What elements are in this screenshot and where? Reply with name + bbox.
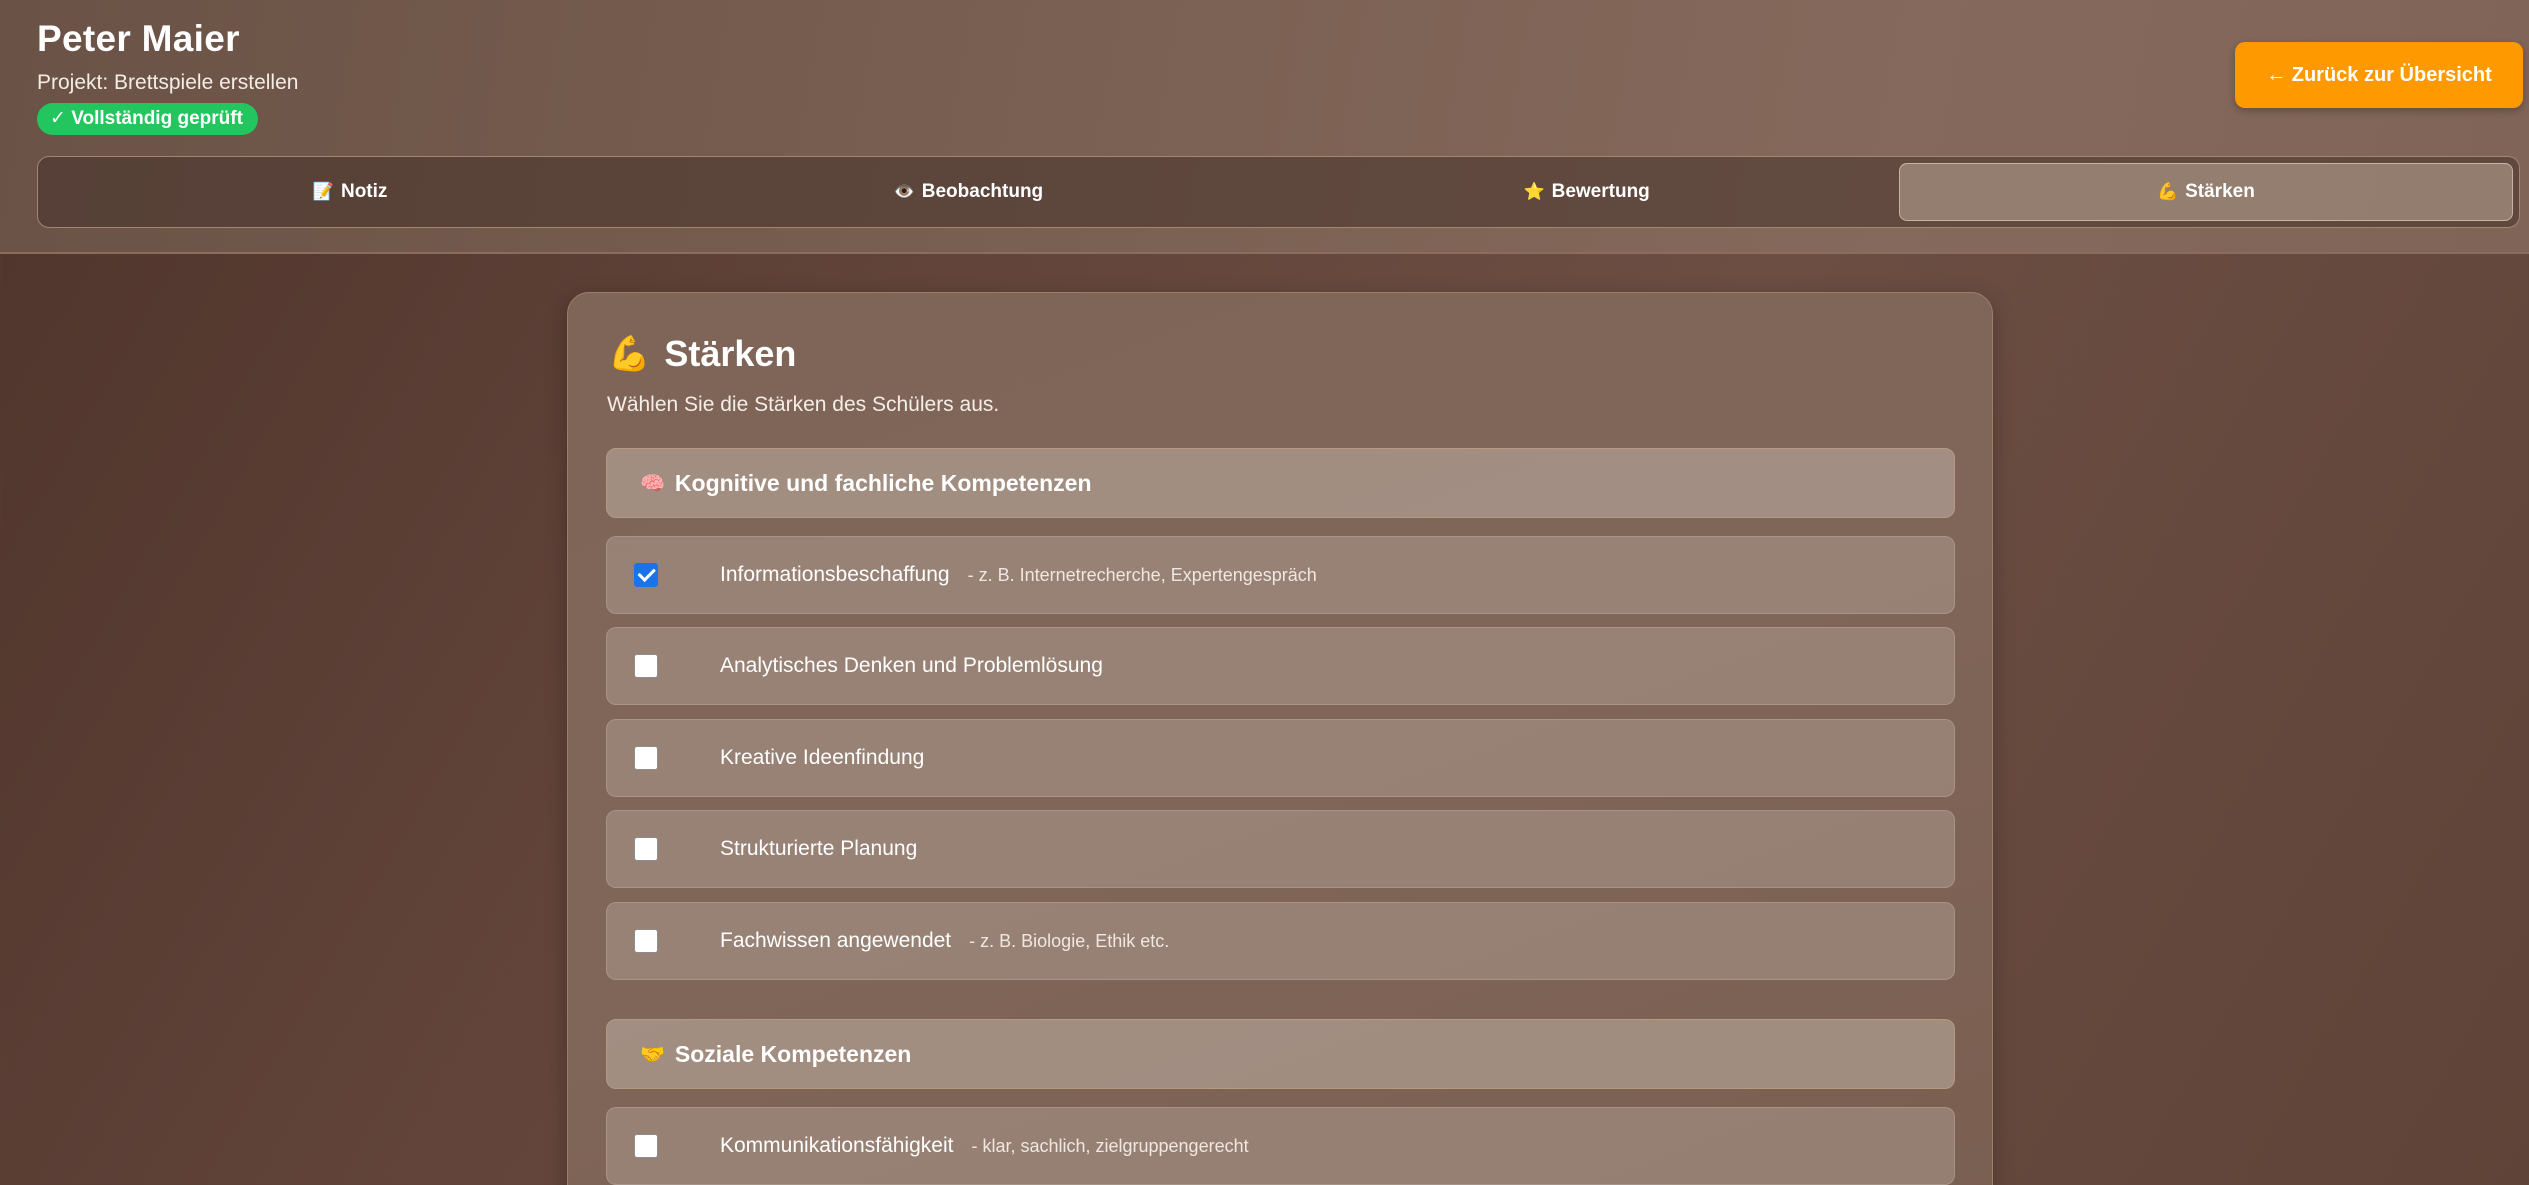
option-informationsbeschaffung[interactable]: Informationsbeschaffung - z. B. Internet… bbox=[606, 536, 1955, 614]
checkbox[interactable] bbox=[634, 1134, 658, 1158]
page-header: Peter Maier Projekt: Brettspiele erstell… bbox=[0, 0, 2529, 254]
section-header-social: 🤝 Soziale Kompetenzen bbox=[606, 1019, 1955, 1089]
card-title-text: Stärken bbox=[664, 333, 797, 374]
tab-bewertung[interactable]: ⭐ Bewertung bbox=[1281, 163, 1893, 221]
checkbox[interactable] bbox=[634, 563, 658, 587]
back-to-overview-button[interactable]: ← Zurück zur Übersicht bbox=[2235, 42, 2523, 108]
flexed-biceps-icon: 💪 bbox=[608, 335, 651, 373]
status-badge: ✓ Vollständig geprüft bbox=[37, 103, 258, 135]
option-kommunikationsfaehigkeit[interactable]: Kommunikationsfähigkeit - klar, sachlich… bbox=[606, 1107, 1955, 1185]
section-title: Kognitive und fachliche Kompetenzen bbox=[674, 469, 1092, 496]
eye-icon: 👁️ bbox=[893, 182, 915, 201]
card-title: 💪 Stärken bbox=[608, 333, 796, 375]
project-name: Projekt: Brettspiele erstellen bbox=[37, 71, 299, 94]
memo-icon: 📝 bbox=[312, 182, 334, 201]
checkbox[interactable] bbox=[634, 929, 658, 953]
tab-label: Stärken bbox=[2185, 181, 2255, 202]
card-subtitle: Wählen Sie die Stärken des Schülers aus. bbox=[607, 393, 1000, 416]
section-title: Soziale Kompetenzen bbox=[674, 1040, 912, 1067]
option-label: Kommunikationsfähigkeit bbox=[720, 1134, 954, 1157]
section-header-cognitive: 🧠 Kognitive und fachliche Kompetenzen bbox=[606, 448, 1955, 518]
brain-icon: 🧠 bbox=[640, 472, 665, 495]
option-hint: - z. B. Biologie, Ethik etc. bbox=[969, 930, 1170, 951]
tab-bar: 📝 Notiz 👁️ Beobachtung ⭐ Bewertung 💪 Stä… bbox=[37, 156, 2520, 228]
checkbox[interactable] bbox=[634, 837, 658, 861]
star-icon: ⭐ bbox=[1523, 182, 1545, 201]
option-strukturierte-planung[interactable]: Strukturierte Planung bbox=[606, 810, 1955, 888]
option-kreative-ideenfindung[interactable]: Kreative Ideenfindung bbox=[606, 719, 1955, 797]
option-label: Fachwissen angewendet bbox=[720, 929, 952, 952]
strengths-card: 💪 Stärken Wählen Sie die Stärken des Sch… bbox=[567, 292, 1993, 1185]
option-hint: - z. B. Internetrecherche, Expertengespr… bbox=[967, 564, 1317, 585]
checkbox[interactable] bbox=[634, 746, 658, 770]
option-label: Kreative Ideenfindung bbox=[720, 746, 925, 769]
tab-staerken[interactable]: 💪 Stärken bbox=[1898, 163, 2513, 221]
flexed-biceps-icon: 💪 bbox=[2156, 182, 2179, 201]
option-analytisches-denken[interactable]: Analytisches Denken und Problemlösung bbox=[606, 627, 1955, 705]
tab-beobachtung[interactable]: 👁️ Beobachtung bbox=[662, 163, 1274, 221]
handshake-icon: 🤝 bbox=[640, 1043, 665, 1066]
tab-label: Beobachtung bbox=[921, 181, 1044, 202]
option-label: Informationsbeschaffung bbox=[720, 563, 950, 586]
check-icon bbox=[637, 563, 656, 583]
option-hint: - klar, sachlich, zielgruppengerecht bbox=[971, 1135, 1249, 1156]
student-name: Peter Maier bbox=[37, 18, 240, 59]
tab-label: Bewertung bbox=[1551, 181, 1650, 202]
tab-notiz[interactable]: 📝 Notiz bbox=[44, 163, 656, 221]
tab-label: Notiz bbox=[340, 181, 388, 202]
option-label: Strukturierte Planung bbox=[720, 837, 918, 860]
checkbox[interactable] bbox=[634, 654, 658, 678]
option-fachwissen-angewendet[interactable]: Fachwissen angewendet - z. B. Biologie, … bbox=[606, 902, 1955, 980]
option-label: Analytisches Denken und Problemlösung bbox=[720, 654, 1103, 677]
